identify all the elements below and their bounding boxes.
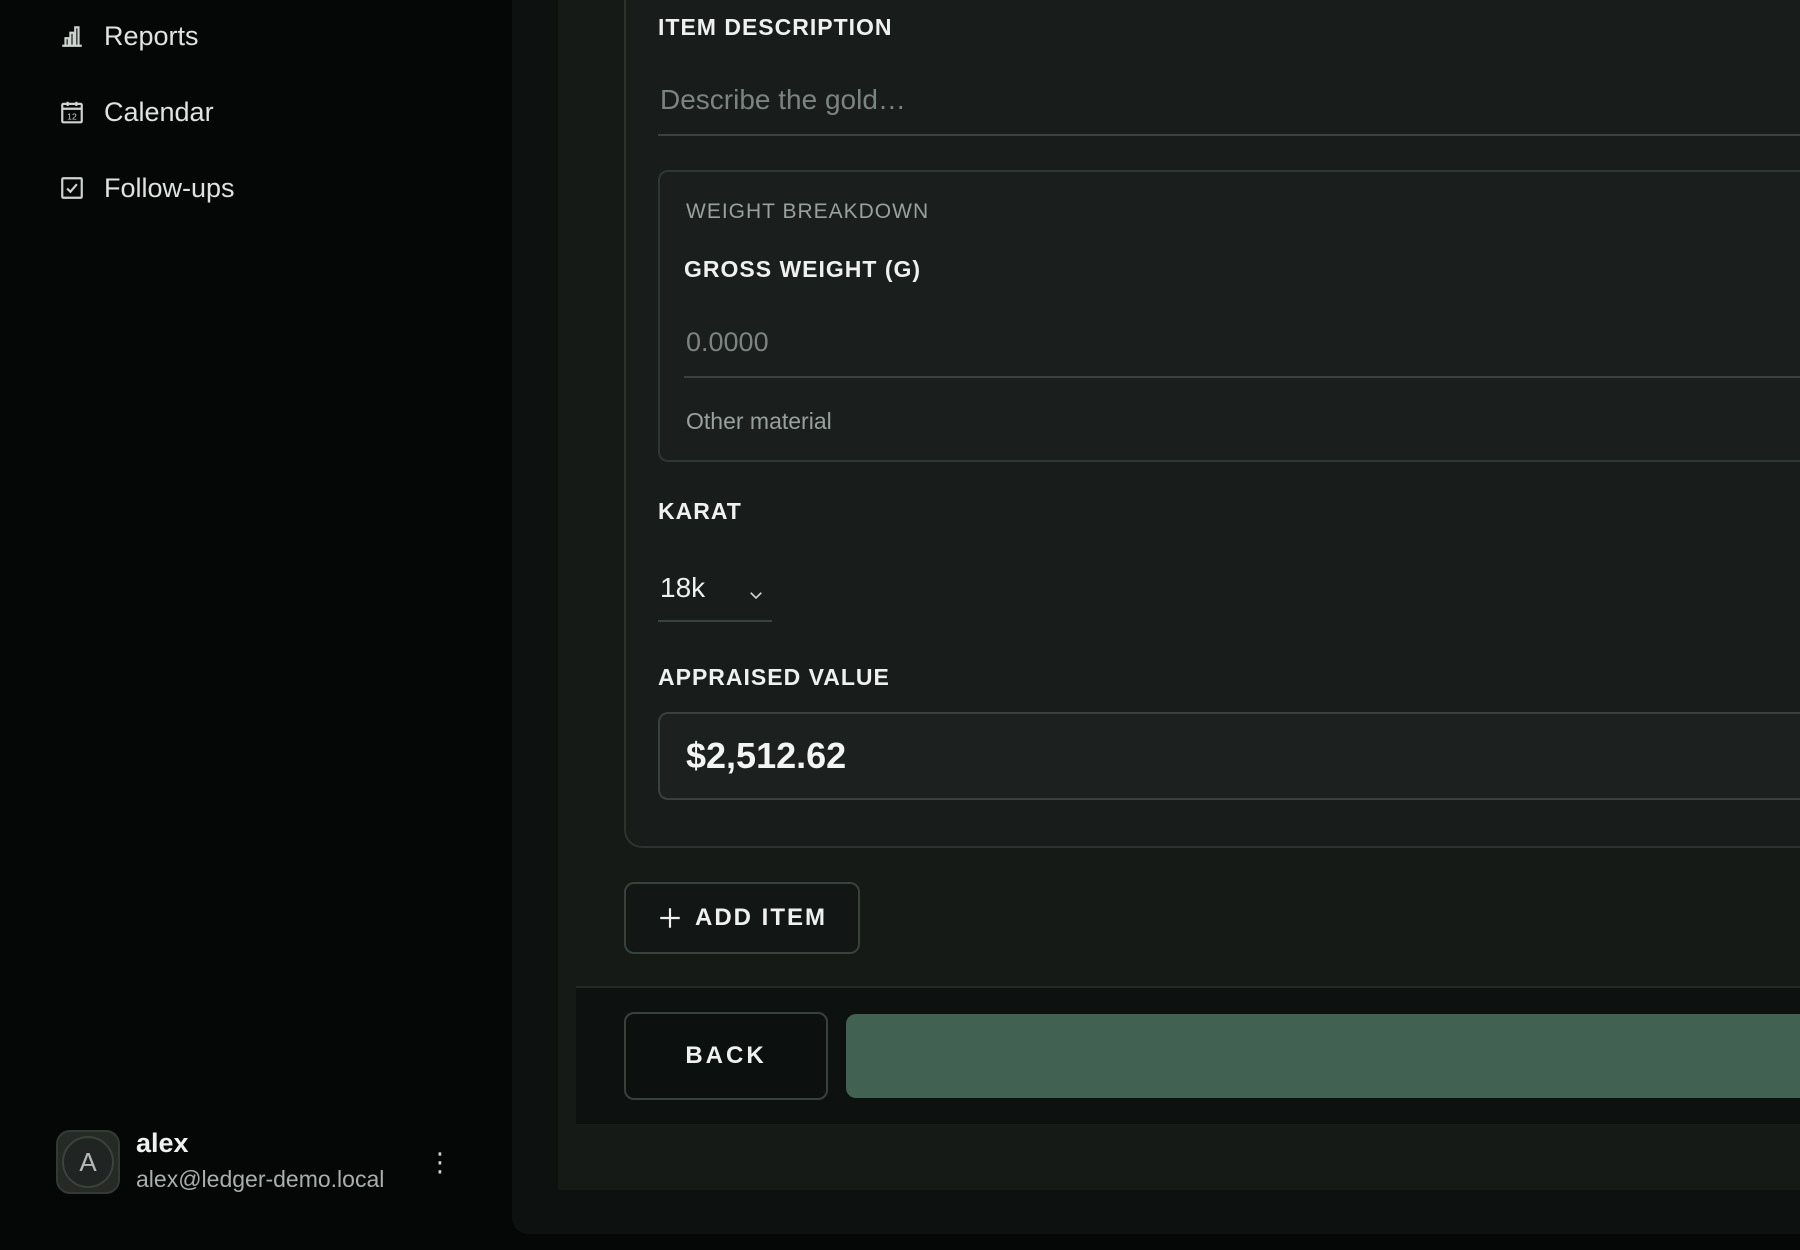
weight-breakdown-box: WEIGHT BREAKDOWN GROSS WEIGHT (G) Other … [658, 170, 1800, 462]
appraised-value-label: APPRAISED VALUE [658, 664, 890, 690]
user-card: A alex alex@ledger-demo.local ⋮ [56, 1128, 456, 1196]
more-vertical-icon[interactable]: ⋮ [427, 1146, 453, 1178]
karat-select[interactable]: 18k [658, 556, 772, 622]
back-button[interactable]: BACK [624, 1012, 828, 1100]
sidebar: Reports 12 Calendar Follow-ups A alex al… [0, 0, 512, 1250]
plus-icon [660, 908, 680, 928]
calendar-icon: 12 [58, 98, 86, 126]
avatar-initial: A [62, 1136, 114, 1188]
sidebar-item-reports[interactable]: Reports [58, 16, 199, 56]
sidebar-item-label: Reports [104, 20, 199, 51]
add-item-label: ADD ITEM [695, 904, 827, 931]
karat-selected-value: 18k [660, 572, 706, 603]
gross-weight-input[interactable] [684, 308, 1800, 378]
item-description-input[interactable] [658, 66, 1800, 136]
other-material-link[interactable]: Other material [686, 408, 832, 435]
weight-breakdown-title: WEIGHT BREAKDOWN [686, 200, 930, 223]
appraised-value-field[interactable]: $2,512.62 [658, 712, 1800, 800]
user-name: alex [136, 1128, 189, 1158]
avatar[interactable]: A [56, 1130, 120, 1194]
checkbox-icon [58, 174, 86, 202]
add-item-button[interactable]: ADD ITEM [624, 882, 860, 954]
primary-action-button[interactable] [846, 1014, 1800, 1098]
sidebar-item-calendar[interactable]: 12 Calendar [58, 92, 214, 132]
chevron-down-icon [747, 579, 765, 600]
calendar-icon-day: 12 [67, 112, 77, 122]
sidebar-item-label: Follow-ups [104, 172, 235, 203]
item-description-label: ITEM DESCRIPTION [658, 14, 893, 40]
sidebar-item-label: Calendar [104, 96, 214, 127]
gross-weight-label: GROSS WEIGHT (G) [684, 256, 922, 282]
bar-chart-icon [58, 22, 86, 50]
sidebar-item-follow-ups[interactable]: Follow-ups [58, 168, 235, 208]
user-email: alex@ledger-demo.local [136, 1166, 385, 1192]
karat-label: KARAT [658, 498, 742, 524]
